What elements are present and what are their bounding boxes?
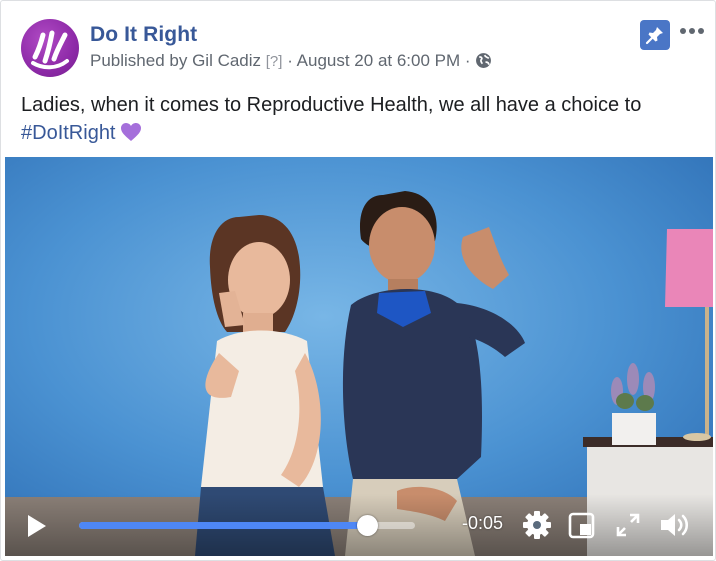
pin-button[interactable] xyxy=(640,20,670,50)
hand-logo-icon xyxy=(31,30,69,70)
pip-icon[interactable] xyxy=(568,512,595,539)
meta-separator-2: · xyxy=(464,51,471,70)
meta-separator: · xyxy=(287,51,293,70)
page-avatar[interactable] xyxy=(21,19,79,77)
time-remaining: -0:05 xyxy=(462,513,504,533)
settings-icon[interactable] xyxy=(522,510,552,540)
hashtag-link[interactable]: #DoItRight xyxy=(21,122,116,144)
post-text: Ladies, when it comes to Reproductive He… xyxy=(21,91,701,147)
more-icon xyxy=(680,28,704,34)
more-options-button[interactable] xyxy=(678,21,706,41)
post-body: Ladies, when it comes to Reproductive He… xyxy=(21,94,642,116)
help-marker[interactable]: [?] xyxy=(266,53,283,70)
post-meta: Published by Gil Cadiz [?] · August 20 a… xyxy=(90,51,492,71)
plant-pot xyxy=(612,413,656,445)
pin-icon xyxy=(645,27,663,45)
post-date-link[interactable]: August 20 at 6:00 PM xyxy=(297,51,461,70)
post-card: Do It Right Published by Gil Cadiz [?] ·… xyxy=(0,0,716,561)
globe-icon[interactable] xyxy=(475,52,492,69)
fullscreen-icon[interactable] xyxy=(616,513,640,537)
publisher-text[interactable]: Published by Gil Cadiz xyxy=(90,51,261,70)
play-icon[interactable] xyxy=(25,513,49,539)
progress-played xyxy=(79,522,368,529)
purple-heart-icon xyxy=(120,123,141,141)
volume-icon[interactable] xyxy=(659,511,691,539)
video-player[interactable]: -0:05 xyxy=(5,157,713,556)
lamp-shade xyxy=(665,229,713,307)
page-name-link[interactable]: Do It Right xyxy=(90,23,197,47)
